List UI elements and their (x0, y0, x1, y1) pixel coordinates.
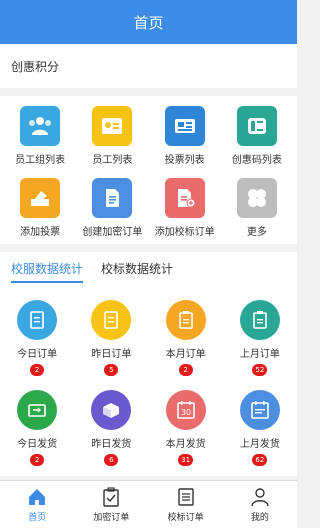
stat-yesterday-orders[interactable]: 昨日订单 5 (74, 300, 148, 376)
stat-label: 上月发货 (239, 439, 280, 450)
newspaper-icon (164, 106, 205, 146)
stat-label: 今日发货 (17, 439, 58, 450)
grid-item-label: 添加投票 (20, 227, 61, 238)
function-grid: 员工组列表 员工列表 投票列表 创惠码列表 添加投票 创建加密订单 添加校标订单… (0, 96, 297, 244)
tab-uniform-stats[interactable]: 校服数据统计 (11, 260, 84, 283)
ticket-icon (20, 178, 61, 218)
grid-item-add-vote[interactable]: 添加投票 (4, 178, 76, 238)
grid-item-codes[interactable]: 创惠码列表 (221, 106, 293, 166)
clipboard-icon (239, 300, 280, 340)
svg-text:30: 30 (181, 408, 191, 417)
grid-item-add-badge-order[interactable]: 添加校标订单 (149, 178, 221, 238)
clover-icon (236, 178, 277, 218)
list-icon (177, 488, 194, 506)
grid-item-create-encrypted-order[interactable]: 创建加密订单 (76, 178, 148, 238)
grid-item-employee-groups[interactable]: 员工组列表 (4, 106, 76, 166)
count-badge: 52 (252, 364, 268, 376)
tab-home[interactable]: 首页 (0, 481, 74, 528)
points-label: 创惠积分 (11, 59, 60, 74)
document-icon (92, 178, 133, 218)
document-add-icon (164, 178, 205, 218)
order-icon (17, 300, 58, 340)
truck-icon (17, 390, 58, 430)
stats-section: 校服数据统计 校标数据统计 今日订单 2 昨日订单 5 本月订单 2 上月订单 … (0, 252, 297, 476)
stat-month-shipped[interactable]: 30 本月发货 31 (149, 390, 223, 466)
id-card-icon (92, 106, 133, 146)
box-icon (91, 390, 132, 430)
tab-badge-stats[interactable]: 校标数据统计 (101, 260, 173, 281)
stat-label: 上月订单 (239, 349, 280, 360)
home-icon (29, 489, 46, 505)
grid-item-votes[interactable]: 投票列表 (149, 106, 221, 166)
stat-label: 本月订单 (165, 349, 206, 360)
stat-last-month-orders[interactable]: 上月订单 52 (223, 300, 297, 376)
points-row[interactable]: 创惠积分 (0, 44, 297, 88)
user-icon (251, 488, 269, 507)
calendar-icon (239, 390, 280, 430)
app-header: 首页 (0, 0, 297, 44)
tab-encrypted-orders[interactable]: 加密订单 (74, 481, 148, 528)
count-badge: 2 (30, 364, 45, 376)
tab-label: 首页 (28, 513, 47, 523)
tab-label: 我的 (250, 513, 269, 523)
count-badge: 2 (178, 364, 193, 376)
tab-label: 校标订单 (167, 513, 204, 523)
stat-last-month-shipped[interactable]: 上月发货 62 (223, 390, 297, 466)
group-icon (20, 106, 61, 146)
grid-item-label: 员工列表 (92, 155, 133, 166)
grid-item-label: 投票列表 (164, 155, 205, 166)
stat-month-orders[interactable]: 本月订单 2 (149, 300, 223, 376)
card-icon (236, 106, 277, 146)
tab-profile[interactable]: 我的 (223, 481, 297, 528)
clipboard-icon (165, 300, 206, 340)
count-badge: 2 (30, 454, 45, 466)
count-badge: 62 (252, 454, 268, 466)
grid-item-employees[interactable]: 员工列表 (76, 106, 148, 166)
stats-tabs: 校服数据统计 校标数据统计 (0, 260, 297, 286)
count-badge: 5 (104, 364, 119, 376)
grid-item-label: 添加校标订单 (154, 227, 215, 238)
stat-today-shipped[interactable]: 今日发货 2 (0, 390, 74, 466)
page-title: 首页 (133, 13, 164, 32)
stat-label: 昨日发货 (91, 439, 132, 450)
stat-label: 今日订单 (17, 349, 58, 360)
grid-item-label: 创惠码列表 (231, 155, 282, 166)
stat-today-orders[interactable]: 今日订单 2 (0, 300, 74, 376)
clipboard-check-icon (103, 487, 120, 507)
tab-label: 加密订单 (93, 513, 130, 523)
stat-yesterday-shipped[interactable]: 昨日发货 6 (74, 390, 148, 466)
bottom-tab-bar: 首页 加密订单 校标订单 我的 (0, 480, 297, 528)
stat-label: 昨日订单 (91, 349, 132, 360)
stat-label: 本月发货 (165, 439, 206, 450)
order-icon (91, 300, 132, 340)
grid-item-label: 更多 (246, 227, 267, 238)
count-badge: 6 (104, 454, 119, 466)
grid-item-more[interactable]: 更多 (221, 178, 293, 238)
tab-badge-orders[interactable]: 校标订单 (149, 481, 223, 528)
count-badge: 31 (178, 454, 194, 466)
grid-item-label: 创建加密订单 (82, 227, 143, 238)
grid-item-label: 员工组列表 (15, 155, 66, 166)
calendar-30-icon: 30 (165, 390, 206, 430)
